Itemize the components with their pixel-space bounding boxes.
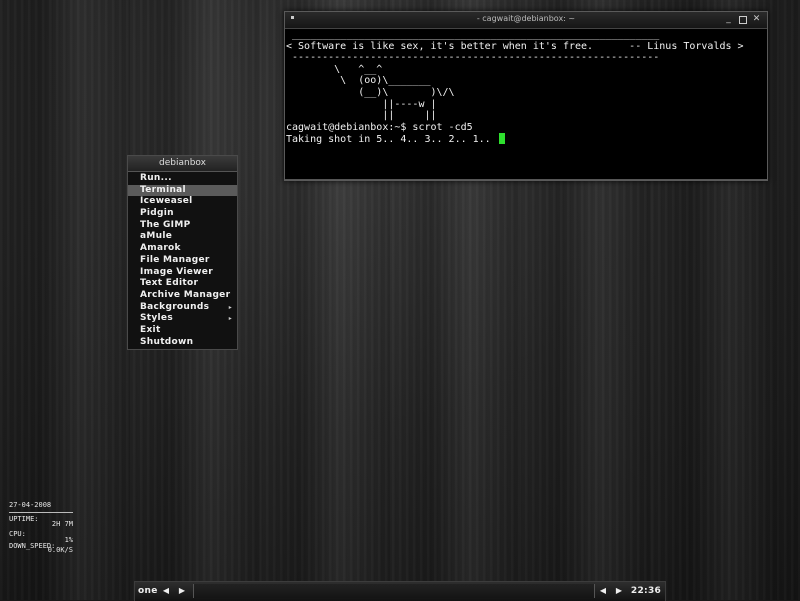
menu-item-amule[interactable]: aMule bbox=[128, 231, 237, 243]
menu-item-the-gimp[interactable]: The GIMP bbox=[128, 220, 237, 232]
toolbar-panel: one ◀ ▶ ◀ ▶ 22:36 bbox=[134, 581, 666, 601]
menu-item-run[interactable]: Run... bbox=[128, 173, 237, 185]
menu-item-label: Run... bbox=[140, 173, 172, 183]
terminal-line: (__)\ )\/\ bbox=[286, 86, 455, 98]
terminal-output[interactable]: ________________________________________… bbox=[286, 29, 766, 179]
terminal-line: ________________________________________… bbox=[286, 29, 660, 40]
down-speed-value: 0.0K/S bbox=[47, 546, 73, 554]
monitor-date: 27-04-2008 bbox=[9, 501, 52, 509]
menu-item-label: Terminal bbox=[140, 184, 186, 195]
terminal-line: < Software is like sex, it's better when… bbox=[286, 40, 744, 52]
terminal-title: - cagwait@debianbox: ~ bbox=[476, 14, 576, 23]
prev-workspace-icon[interactable]: ◀ bbox=[160, 585, 172, 597]
menu-item-label: Amarok bbox=[140, 243, 181, 254]
menu-item-image-viewer[interactable]: Image Viewer bbox=[128, 267, 237, 279]
menu-item-text-editor[interactable]: Text Editor bbox=[128, 278, 237, 290]
menu-item-terminal[interactable]: Terminal bbox=[128, 184, 237, 197]
menu-item-label: The GIMP bbox=[140, 219, 191, 230]
next-window-icon[interactable]: ▶ bbox=[613, 585, 625, 597]
menu-item-iceweasel[interactable]: Iceweasel bbox=[128, 196, 237, 208]
menu-item-label: Exit bbox=[140, 324, 161, 335]
menu-item-label: Iceweasel bbox=[140, 196, 193, 207]
prev-window-icon[interactable]: ◀ bbox=[597, 585, 609, 597]
task-list[interactable] bbox=[193, 584, 595, 598]
terminal-line: ||----w | bbox=[286, 98, 437, 110]
system-monitor: 27-04-2008 UPTIME: 2H 7M CPU: 1% DOWN_SP… bbox=[9, 500, 73, 555]
menu-item-amarok[interactable]: Amarok bbox=[128, 243, 237, 255]
menu-item-label: Shutdown bbox=[140, 336, 194, 347]
terminal-line: \ (oo)\_______ bbox=[286, 75, 431, 87]
menu-item-label: Archive Manager bbox=[140, 289, 231, 300]
terminal-line: \ ^__^ bbox=[286, 63, 383, 75]
monitor-separator bbox=[9, 512, 73, 513]
close-icon[interactable]: ✕ bbox=[751, 14, 762, 25]
menu-item-label: Backgrounds bbox=[140, 301, 210, 312]
menu-item-label: Image Viewer bbox=[140, 266, 213, 277]
menu-item-shutdown[interactable]: Shutdown bbox=[128, 337, 237, 349]
submenu-arrow-icon: ▸ bbox=[228, 303, 232, 311]
terminal-bottom-border bbox=[285, 179, 767, 180]
menu-item-label: Pidgin bbox=[140, 208, 174, 219]
menu-item-styles[interactable]: Styles ▸ bbox=[128, 313, 237, 325]
terminal-current-line: Taking shot in 5.. 4.. 3.. 2.. 1.. bbox=[286, 134, 497, 146]
menu-items: Run... Terminal Iceweasel Pidgin The GIMP aMu… bbox=[128, 172, 237, 348]
minimize-icon[interactable]: _ bbox=[723, 14, 734, 25]
workspace-name[interactable]: one bbox=[138, 586, 158, 596]
terminal-window[interactable]: - cagwait@debianbox: ~ _ ✕ _____________… bbox=[284, 11, 768, 181]
menu-item-label: Styles bbox=[140, 313, 173, 324]
uptime-value: 2H 7M bbox=[51, 520, 73, 528]
menu-item-archive-manager[interactable]: Archive Manager bbox=[128, 290, 237, 302]
menu-item-label: aMule bbox=[140, 231, 173, 242]
menu-item-label: Text Editor bbox=[140, 278, 199, 289]
menu-title: debianbox bbox=[128, 156, 237, 172]
next-workspace-icon[interactable]: ▶ bbox=[176, 585, 188, 597]
menu-item-label: File Manager bbox=[140, 254, 210, 265]
terminal-line: ----------------------------------------… bbox=[286, 52, 660, 64]
root-menu[interactable]: debianbox Run... Terminal Iceweasel Pidgin T… bbox=[127, 155, 238, 350]
maximize-icon[interactable] bbox=[737, 14, 748, 25]
terminal-lines: ________________________________________… bbox=[286, 29, 766, 146]
menu-item-backgrounds[interactable]: Backgrounds ▸ bbox=[128, 302, 237, 314]
menu-item-file-manager[interactable]: File Manager bbox=[128, 255, 237, 267]
clock: 22:36 bbox=[630, 586, 662, 596]
terminal-cursor bbox=[498, 133, 505, 145]
menu-item-exit[interactable]: Exit bbox=[128, 325, 237, 337]
terminal-prompt-line: cagwait@debianbox:~$ scrot -cd5 bbox=[286, 121, 473, 133]
terminal-titlebar[interactable]: - cagwait@debianbox: ~ _ ✕ bbox=[285, 12, 767, 29]
menu-item-pidgin[interactable]: Pidgin bbox=[128, 208, 237, 220]
terminal-line: || || bbox=[286, 110, 437, 122]
submenu-arrow-icon: ▸ bbox=[228, 315, 232, 323]
